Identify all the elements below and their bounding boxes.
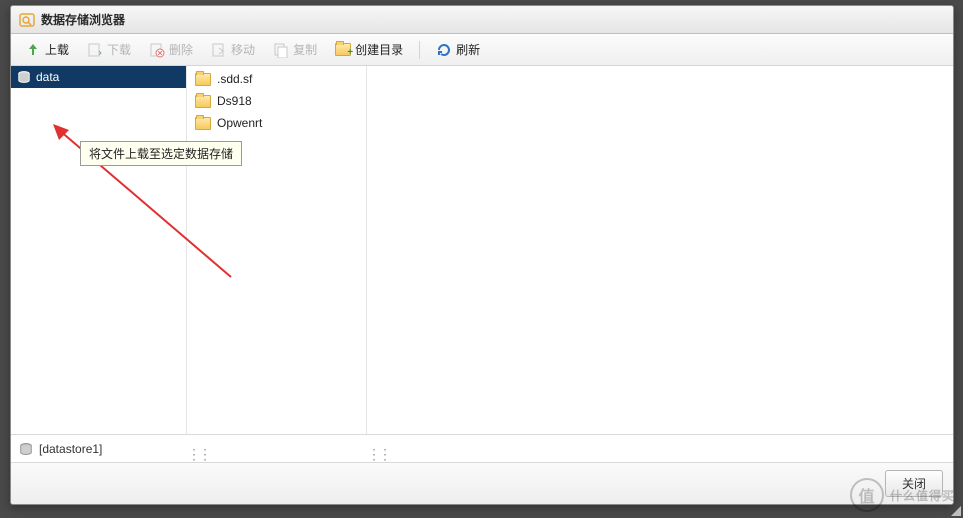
upload-icon bbox=[25, 42, 41, 58]
download-label: 下载 bbox=[107, 41, 131, 58]
status-path: [datastore1] bbox=[39, 442, 102, 456]
detail-pane[interactable] bbox=[367, 66, 953, 434]
mkdir-label: 创建目录 bbox=[355, 41, 403, 58]
splitter-handle[interactable] bbox=[367, 446, 379, 458]
refresh-icon bbox=[436, 42, 452, 58]
move-icon bbox=[211, 42, 227, 58]
statusbar: [datastore1] bbox=[11, 434, 953, 462]
datastore-browser-window: 数据存储浏览器 上载 下载 删除 移动 bbox=[10, 5, 954, 505]
file-list-pane[interactable]: .sdd.sf Ds918 Opwenrt bbox=[187, 66, 367, 434]
window-title: 数据存储浏览器 bbox=[41, 11, 125, 28]
watermark: 值 什么值得买 bbox=[850, 478, 955, 512]
upload-tooltip: 将文件上载至选定数据存储 bbox=[80, 141, 242, 166]
filename: Ds918 bbox=[217, 94, 252, 108]
datastore-browser-icon bbox=[19, 12, 35, 28]
watermark-text: 什么值得买 bbox=[890, 487, 955, 504]
folder-icon bbox=[195, 71, 211, 87]
upload-label: 上载 bbox=[45, 41, 69, 58]
download-button[interactable]: 下载 bbox=[79, 38, 139, 61]
datastore-icon bbox=[19, 442, 33, 456]
toolbar-separator bbox=[419, 41, 420, 59]
filename: Opwenrt bbox=[217, 116, 262, 130]
tree-item-datastore1[interactable]: data bbox=[11, 66, 186, 88]
mkdir-button[interactable]: 创建目录 bbox=[327, 38, 411, 61]
refresh-label: 刷新 bbox=[456, 41, 480, 58]
move-label: 移动 bbox=[231, 41, 255, 58]
upload-button[interactable]: 上载 bbox=[17, 38, 77, 61]
tree-pane[interactable]: data bbox=[11, 66, 187, 434]
copy-button[interactable]: 复制 bbox=[265, 38, 325, 61]
list-item[interactable]: .sdd.sf bbox=[187, 68, 366, 90]
refresh-button[interactable]: 刷新 bbox=[428, 38, 488, 61]
copy-label: 复制 bbox=[293, 41, 317, 58]
list-item[interactable]: Ds918 bbox=[187, 90, 366, 112]
watermark-badge: 值 bbox=[850, 478, 884, 512]
download-icon bbox=[87, 42, 103, 58]
titlebar[interactable]: 数据存储浏览器 bbox=[11, 6, 953, 34]
filename: .sdd.sf bbox=[217, 72, 252, 86]
folder-icon bbox=[195, 93, 211, 109]
toolbar: 上载 下载 删除 移动 复制 创建目录 bbox=[11, 34, 953, 66]
tree-item-label: data bbox=[36, 70, 59, 84]
delete-label: 删除 bbox=[169, 41, 193, 58]
delete-icon bbox=[149, 42, 165, 58]
delete-button[interactable]: 删除 bbox=[141, 38, 201, 61]
footer: 关闭 bbox=[11, 462, 953, 504]
splitter-handle[interactable] bbox=[187, 446, 199, 458]
datastore-icon bbox=[17, 70, 31, 84]
body: data .sdd.sf Ds918 Opwenrt 将文件上载至选定数据存储 bbox=[11, 66, 953, 434]
move-button[interactable]: 移动 bbox=[203, 38, 263, 61]
folder-icon bbox=[195, 115, 211, 131]
list-item[interactable]: Opwenrt bbox=[187, 112, 366, 134]
copy-icon bbox=[273, 42, 289, 58]
new-folder-icon bbox=[335, 42, 351, 58]
